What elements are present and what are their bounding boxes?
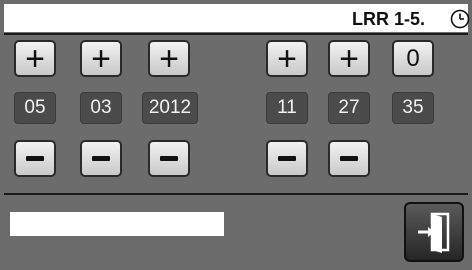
exit-button[interactable]: [404, 202, 464, 262]
month-increment-button[interactable]: +: [14, 40, 56, 77]
settings-screen: LRR 1-5. + + + + + 0 05 03 2012 11 27 35: [0, 0, 472, 270]
minus-icon: [340, 156, 358, 161]
minus-icon: [278, 156, 296, 161]
zero-label: 0: [406, 44, 420, 72]
plus-icon: +: [91, 39, 111, 78]
hour-decrement-button[interactable]: [266, 140, 308, 177]
plus-icon: +: [25, 39, 45, 78]
day-value: 03: [80, 92, 122, 124]
minus-icon: [92, 156, 110, 161]
plus-icon: +: [277, 39, 297, 78]
header-bar: LRR 1-5.: [4, 4, 470, 32]
second-value: 35: [392, 92, 434, 124]
minute-increment-button[interactable]: +: [328, 40, 370, 77]
day-decrement-button[interactable]: [80, 140, 122, 177]
clock-icon: [450, 9, 470, 29]
day-increment-button[interactable]: +: [80, 40, 122, 77]
minus-icon: [26, 156, 44, 161]
hour-increment-button[interactable]: +: [266, 40, 308, 77]
month-decrement-button[interactable]: [14, 140, 56, 177]
exit-door-icon: [418, 212, 450, 253]
plus-icon: +: [339, 39, 359, 78]
minus-icon: [160, 156, 178, 161]
seconds-reset-button[interactable]: 0: [392, 40, 434, 77]
month-value: 05: [14, 92, 56, 124]
header-divider: [4, 33, 468, 35]
section-divider: [4, 193, 468, 195]
year-value: 2012: [142, 92, 198, 124]
status-message-bar: [10, 212, 224, 236]
hour-value: 11: [266, 92, 308, 124]
year-increment-button[interactable]: +: [148, 40, 190, 77]
plus-icon: +: [159, 39, 179, 78]
screen-title: LRR 1-5.: [352, 9, 426, 29]
minute-value: 27: [328, 92, 370, 124]
year-decrement-button[interactable]: [148, 140, 190, 177]
minute-decrement-button[interactable]: [328, 140, 370, 177]
